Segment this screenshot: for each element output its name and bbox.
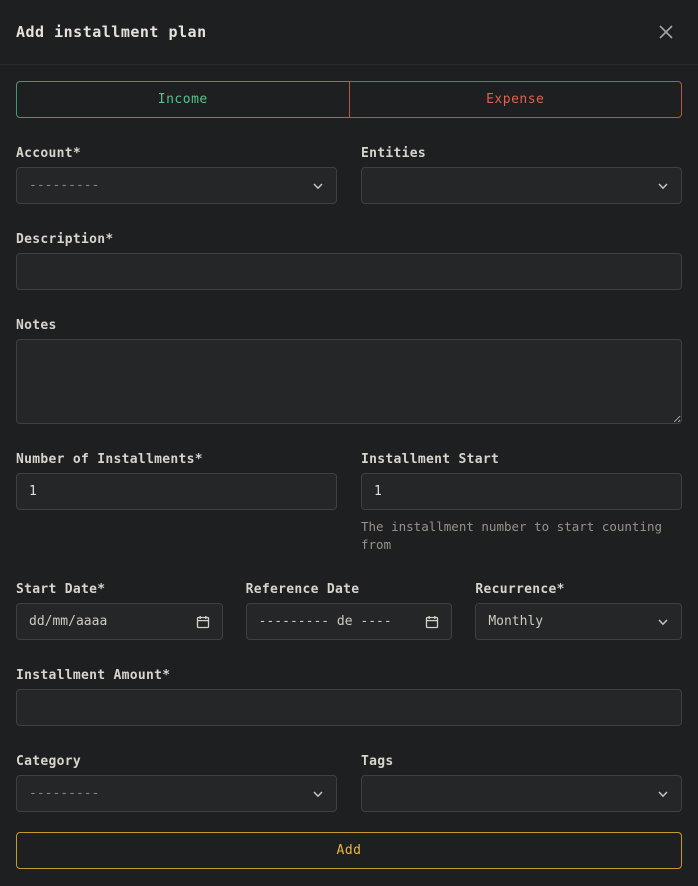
modal-header: Add installment plan [0,0,698,65]
add-installment-plan-modal: Add installment plan Income Expense Acco… [0,0,698,886]
installment-amount-field: Installment Amount* [16,668,682,726]
category-field: Category --------- [16,754,337,812]
account-select[interactable]: --------- [16,167,337,204]
modal-body: Income Expense Account* --------- Entiti… [0,65,698,886]
chevron-down-icon [657,180,669,192]
notes-field: Notes [16,318,682,424]
reference-date-field: Reference Date --------- de ---- [246,582,453,640]
account-label: Account* [16,146,337,161]
recurrence-select[interactable]: Monthly [475,603,682,640]
chevron-down-icon [312,180,324,192]
chevron-down-icon [657,616,669,628]
recurrence-field: Recurrence* Monthly [475,582,682,640]
category-select[interactable]: --------- [16,775,337,812]
close-icon [657,23,675,41]
tags-label: Tags [361,754,682,769]
number-of-installments-input[interactable] [16,473,337,510]
installment-start-field: Installment Start The installment number… [361,452,682,554]
description-input[interactable] [16,253,682,290]
account-select-value: --------- [29,178,304,193]
entities-label: Entities [361,146,682,161]
start-date-label: Start Date* [16,582,223,597]
category-label: Category [16,754,337,769]
notes-label: Notes [16,318,682,333]
installment-start-label: Installment Start [361,452,682,467]
start-date-field: Start Date* dd/mm/aaaa [16,582,223,640]
add-button[interactable]: Add [16,832,682,869]
installment-amount-label: Installment Amount* [16,668,682,683]
income-tab[interactable]: Income [16,81,350,118]
recurrence-label: Recurrence* [475,582,682,597]
installment-start-input[interactable] [361,473,682,510]
expense-tab[interactable]: Expense [349,81,683,118]
entities-field: Entities [361,146,682,204]
installment-start-help-text: The installment number to start counting… [361,518,682,554]
account-field: Account* --------- [16,146,337,204]
recurrence-select-value: Monthly [488,614,649,629]
notes-textarea[interactable] [16,339,682,424]
chevron-down-icon [312,788,324,800]
close-button[interactable] [652,18,680,46]
installment-amount-input[interactable] [16,689,682,726]
calendar-icon[interactable] [196,615,210,629]
start-date-placeholder: dd/mm/aaaa [29,614,188,629]
number-of-installments-label: Number of Installments* [16,452,337,467]
tags-select[interactable] [361,775,682,812]
description-label: Description* [16,232,682,247]
category-select-value: --------- [29,786,304,801]
transaction-type-toggle: Income Expense [16,81,682,118]
reference-date-label: Reference Date [246,582,453,597]
calendar-icon[interactable] [425,615,439,629]
modal-title: Add installment plan [16,23,207,41]
chevron-down-icon [657,788,669,800]
description-field: Description* [16,232,682,290]
reference-date-input[interactable]: --------- de ---- [246,603,453,640]
entities-select[interactable] [361,167,682,204]
start-date-input[interactable]: dd/mm/aaaa [16,603,223,640]
tags-field: Tags [361,754,682,812]
number-of-installments-field: Number of Installments* [16,452,337,554]
reference-date-placeholder: --------- de ---- [259,614,418,629]
